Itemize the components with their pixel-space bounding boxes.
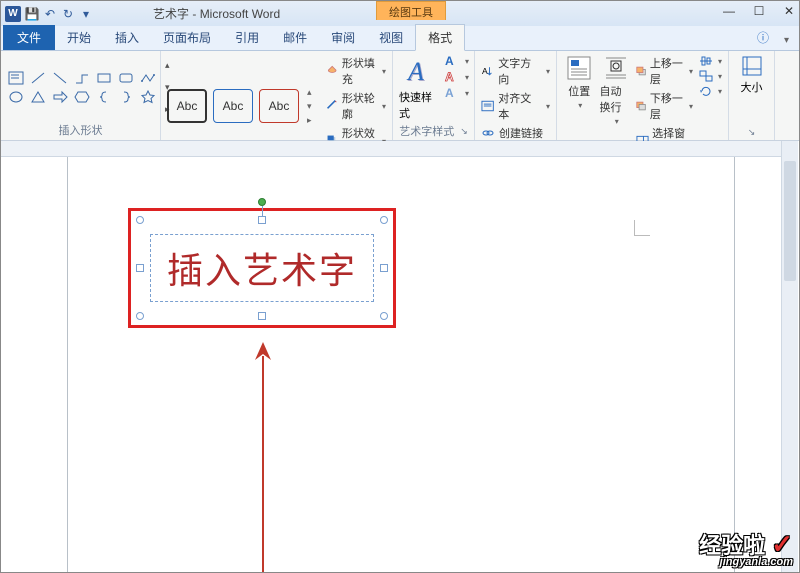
group-button[interactable]: ▾ (699, 70, 722, 82)
group-label-wordart: 艺术字样式 (399, 123, 454, 139)
svg-text:A: A (445, 55, 454, 67)
tab-pagelayout[interactable]: 页面布局 (151, 25, 223, 50)
watermark: 经验啦 ✓ jingyanla.com (699, 528, 793, 568)
check-icon: ✓ (771, 529, 793, 559)
tab-home[interactable]: 开始 (55, 25, 103, 50)
maximize-button[interactable]: ☐ (751, 3, 767, 19)
doc-name: 艺术字 (153, 7, 189, 21)
size-icon[interactable] (741, 55, 763, 77)
shape-style-preset-2[interactable]: Abc (213, 89, 253, 123)
align-button[interactable]: ▾ (699, 55, 722, 67)
save-icon[interactable]: 💾 (25, 7, 39, 21)
tab-review[interactable]: 审阅 (319, 25, 367, 50)
ribbon-tabs: 文件 开始 插入 页面布局 引用 邮件 审阅 视图 格式 ⓘ ▾ (1, 26, 799, 51)
group-insert-shapes: ▴▾▸ 插入形状 (1, 51, 161, 140)
wrap-text-button[interactable]: 自动换行▾ (600, 55, 633, 126)
position-button[interactable]: 位置▾ (563, 55, 596, 110)
window-title: 艺术字 - Microsoft Word (153, 5, 280, 22)
group-wordart-styles: A 快速样式 A▾ A▾ A▾ 艺术字样式↘ (393, 51, 475, 140)
shape-textbox-icon[interactable] (7, 70, 25, 86)
shape-style-scroll[interactable]: ▴▾▸ (305, 87, 312, 126)
wordart-text[interactable]: 插入艺术字 (167, 242, 357, 294)
text-outline-button[interactable]: A▾ (443, 71, 469, 83)
title-bar: W 💾 ↶ ↻ ▾ 艺术字 - Microsoft Word 绘图工具 ― ☐ … (1, 1, 799, 26)
shape-fill-button[interactable]: 形状填充▾ (326, 55, 386, 87)
shape-line-icon[interactable] (29, 70, 47, 86)
app-name: Microsoft Word (200, 7, 280, 21)
resize-handle-mr[interactable] (380, 264, 388, 272)
margin-corner-icon (634, 220, 650, 236)
shape-rbrace-icon[interactable] (117, 89, 135, 105)
tab-format[interactable]: 格式 (415, 24, 465, 51)
tab-references[interactable]: 引用 (223, 25, 271, 50)
resize-handle-tm[interactable] (258, 216, 266, 224)
shape-roundrect-icon[interactable] (117, 70, 135, 86)
wordart-quick-styles[interactable]: A (399, 55, 433, 89)
rotate-button[interactable]: ▾ (699, 85, 722, 97)
file-tab[interactable]: 文件 (3, 25, 55, 50)
annotation-arrow-icon (248, 336, 278, 572)
redo-icon[interactable]: ↻ (61, 7, 75, 21)
resize-handle-br[interactable] (380, 312, 388, 320)
shape-triangle-icon[interactable] (29, 89, 47, 105)
svg-text:A: A (445, 87, 454, 99)
svg-text:A: A (445, 71, 454, 83)
tab-view[interactable]: 视图 (367, 25, 415, 50)
shape-hexagon-icon[interactable] (73, 89, 91, 105)
minimize-button[interactable]: ― (721, 3, 737, 19)
contextual-tab-label: 绘图工具 (376, 1, 446, 20)
ribbon: ▴▾▸ 插入形状 Abc Abc Abc ▴▾▸ 形状填充▾ 形状轮廓▾ 形状效… (1, 51, 799, 141)
group-shape-styles: Abc Abc Abc ▴▾▸ 形状填充▾ 形状轮廓▾ 形状效果▾ 形状样式↘ (161, 51, 393, 140)
wordart-text-frame[interactable]: 插入艺术字 (150, 234, 374, 302)
page[interactable]: 插入艺术字 输 入艺术字文本框 (67, 157, 735, 572)
resize-handle-ml[interactable] (136, 264, 144, 272)
group-size: 大小 ↘ (729, 51, 775, 140)
rotate-handle[interactable] (258, 198, 266, 206)
resize-handle-bm[interactable] (258, 312, 266, 320)
qat-dropdown-icon[interactable]: ▾ (79, 7, 93, 21)
help-icon[interactable]: ⓘ (757, 29, 769, 46)
shape-lbrace-icon[interactable] (95, 89, 113, 105)
collapse-ribbon-icon[interactable]: ▾ (784, 35, 789, 46)
shape-oval-icon[interactable] (7, 89, 25, 105)
shape-outline-button[interactable]: 形状轮廓▾ (326, 90, 386, 122)
shape-style-preset-3[interactable]: Abc (259, 89, 299, 123)
shapes-gallery[interactable] (7, 55, 157, 120)
send-backward-button[interactable]: 下移一层▾ (636, 90, 693, 122)
resize-handle-tl[interactable] (136, 216, 144, 224)
dialog-launcher-size[interactable]: ↘ (748, 127, 756, 138)
dialog-launcher-wordart[interactable]: ↘ (460, 126, 468, 137)
svg-text:A: A (482, 66, 488, 76)
window-controls: ― ☐ ✕ (721, 3, 797, 19)
create-link-button[interactable]: 创建链接 (481, 125, 550, 141)
document-area: 插入艺术字 输 入艺术字文本框 (1, 141, 799, 572)
word-icon: W (5, 6, 21, 22)
tab-mailings[interactable]: 邮件 (271, 25, 319, 50)
shape-rect-icon[interactable] (95, 70, 113, 86)
vertical-scrollbar[interactable] (781, 141, 798, 572)
text-effects-button[interactable]: A▾ (443, 87, 469, 99)
shape-style-preset-1[interactable]: Abc (167, 89, 207, 123)
group-label-shapes: 插入形状 (7, 120, 154, 138)
group-arrange: 位置▾ 自动换行▾ 上移一层▾ 下移一层▾ 选择窗格 ▾ ▾ ▾ 排列 (557, 51, 729, 140)
group-text: A文字方向▾ 对齐文本▾ 创建链接 文本 (475, 51, 557, 140)
shape-connector-icon[interactable] (73, 70, 91, 86)
text-fill-button[interactable]: A▾ (443, 55, 469, 67)
shape-freeform-icon[interactable] (139, 70, 157, 86)
wordart-object[interactable]: 插入艺术字 (140, 220, 384, 316)
resize-handle-bl[interactable] (136, 312, 144, 320)
undo-icon[interactable]: ↶ (43, 7, 57, 21)
align-text-button[interactable]: 对齐文本▾ (481, 90, 550, 122)
shape-arrow-icon[interactable] (51, 89, 69, 105)
shape-star-icon[interactable] (139, 89, 157, 105)
page-background: 插入艺术字 输 入艺术字文本框 (17, 157, 767, 572)
quick-access-toolbar: W 💾 ↶ ↻ ▾ (1, 6, 93, 22)
resize-handle-tr[interactable] (380, 216, 388, 224)
bring-forward-button[interactable]: 上移一层▾ (636, 55, 693, 87)
tab-insert[interactable]: 插入 (103, 25, 151, 50)
text-direction-button[interactable]: A文字方向▾ (481, 55, 550, 87)
shape-line2-icon[interactable] (51, 70, 69, 86)
horizontal-ruler[interactable] (1, 141, 781, 157)
close-button[interactable]: ✕ (781, 3, 797, 19)
